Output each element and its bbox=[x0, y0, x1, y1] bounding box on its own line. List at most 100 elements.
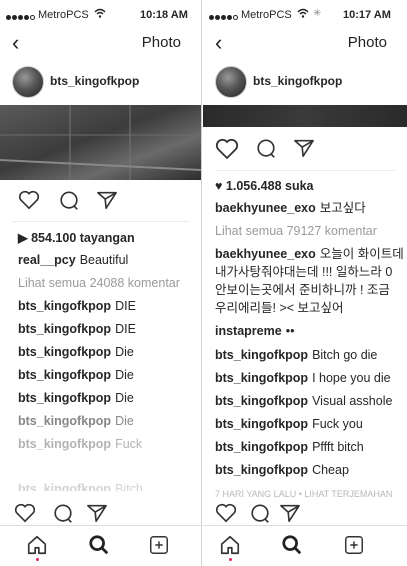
add-post-icon[interactable] bbox=[343, 534, 365, 561]
comment-row: bts_kingofkpop Cheap bbox=[215, 462, 349, 478]
home-icon[interactable] bbox=[26, 534, 48, 561]
search-icon[interactable] bbox=[281, 534, 303, 561]
long-comment-line3: 안보이는곳에서 준비하니까 ! 조금 bbox=[215, 283, 390, 297]
notification-dot bbox=[229, 558, 232, 561]
search-icon[interactable] bbox=[88, 534, 110, 561]
signal-icon bbox=[6, 11, 36, 23]
comment-text: DIE bbox=[115, 322, 136, 336]
heart-icon[interactable] bbox=[14, 503, 36, 523]
comment-user[interactable]: bts_kingofkpop bbox=[215, 348, 308, 362]
comment-icon[interactable] bbox=[52, 503, 74, 525]
comment-text: DIE bbox=[115, 299, 136, 313]
status-time: 10:18 AM bbox=[140, 9, 188, 21]
comment-row: bts_kingofkpop Bitch go die bbox=[215, 347, 377, 363]
long-comment-line4: 우리에리들! >< 보고싶어 bbox=[215, 301, 344, 315]
comment-row: bts_kingofkpop Die bbox=[18, 367, 134, 383]
comment-row: bts_kingofkpop DIE bbox=[18, 321, 136, 337]
caption-text: 보고싶다 bbox=[319, 201, 366, 215]
comment-text-line1: 오늘이 화이트데 bbox=[319, 247, 404, 261]
long-comment-line2: 내가사탕줘야대는데 !!! 일하느라 0 bbox=[215, 265, 393, 279]
heart-icon[interactable] bbox=[215, 503, 237, 523]
comment-icon[interactable] bbox=[255, 138, 277, 160]
divider bbox=[215, 170, 395, 171]
comment-user[interactable]: bts_kingofkpop bbox=[18, 482, 111, 491]
status-time: 10:17 AM bbox=[343, 9, 391, 21]
signal-icon bbox=[209, 11, 239, 23]
comment-user[interactable]: bts_kingofkpop bbox=[215, 394, 308, 408]
view-count: ▶ 854.100 tayangan bbox=[18, 231, 135, 245]
comment-user[interactable]: baekhyunee_exo bbox=[215, 247, 316, 261]
comment-user[interactable]: bts_kingofkpop bbox=[215, 440, 308, 454]
like-count: ♥ 1.056.488 suka bbox=[215, 179, 314, 193]
comment-text: Die bbox=[115, 414, 134, 428]
comment-text: Bitch bbox=[115, 482, 143, 491]
like-count-text[interactable]: 1.056.488 suka bbox=[226, 179, 314, 193]
post-footer[interactable]: 7 HARI YANG LALU • LIHAT TERJEMAHAN bbox=[215, 486, 392, 502]
comment-user[interactable]: bts_kingofkpop bbox=[18, 345, 111, 359]
wifi-icon bbox=[297, 8, 309, 21]
comment-row: bts_kingofkpop Die bbox=[18, 390, 134, 406]
carrier-label: MetroPCS bbox=[241, 9, 292, 21]
comment-text: Die bbox=[115, 391, 134, 405]
comment-row: bts_kingofkpop Bitch bbox=[18, 481, 143, 491]
comment-user[interactable]: bts_kingofkpop bbox=[18, 437, 111, 451]
post-photo[interactable] bbox=[0, 105, 201, 180]
comment-icon[interactable] bbox=[58, 190, 80, 212]
post-username[interactable]: bts_kingofkpop bbox=[253, 74, 342, 88]
tab-bar bbox=[0, 525, 201, 566]
comment-user[interactable]: instapreme bbox=[215, 324, 282, 338]
comment-user[interactable]: bts_kingofkpop bbox=[18, 322, 111, 336]
page-title: Photo bbox=[141, 34, 181, 51]
avatar[interactable] bbox=[215, 66, 247, 98]
post-photo[interactable] bbox=[203, 105, 407, 127]
heart-icon[interactable] bbox=[215, 138, 239, 160]
comment-user[interactable]: bts_kingofkpop bbox=[18, 299, 111, 313]
comment-text: Pffft bitch bbox=[312, 440, 364, 454]
comment-text: Fuck you bbox=[312, 417, 363, 431]
divider bbox=[12, 221, 189, 222]
caption: real__pcy Beautiful bbox=[18, 252, 128, 268]
view-count-text: 854.100 tayangan bbox=[31, 231, 135, 245]
status-bar: MetroPCS 10:18 AM bbox=[0, 0, 201, 30]
share-icon[interactable] bbox=[86, 503, 108, 523]
comment-user[interactable]: bts_kingofkpop bbox=[18, 368, 111, 382]
post-username[interactable]: bts_kingofkpop bbox=[50, 74, 139, 88]
page-title: Photo bbox=[347, 34, 387, 51]
comment-row: bts_kingofkpop Fuck you bbox=[215, 416, 363, 432]
comment-user[interactable]: bts_kingofkpop bbox=[18, 391, 111, 405]
comment-user[interactable]: bts_kingofkpop bbox=[215, 463, 308, 477]
caption: baekhyunee_exo 보고싶다 bbox=[215, 200, 366, 216]
view-all-comments[interactable]: Lihat semua 24088 komentar bbox=[18, 275, 180, 291]
view-all-comments[interactable]: Lihat semua 79127 komentar bbox=[215, 223, 377, 239]
back-chevron-icon[interactable]: ‹ bbox=[12, 32, 19, 54]
comment-row: bts_kingofkpop Visual asshole bbox=[215, 393, 392, 409]
comment-row: bts_kingofkpop Fuck bbox=[18, 436, 142, 452]
comment-row: bts_kingofkpop Die bbox=[18, 413, 134, 429]
home-icon[interactable] bbox=[219, 534, 241, 561]
photo-texture bbox=[0, 105, 201, 180]
carrier-label: MetroPCS bbox=[38, 9, 89, 21]
back-chevron-icon[interactable]: ‹ bbox=[215, 32, 222, 54]
right-screenshot: MetroPCS ✳ 10:17 AM ‹ Photo bts_kingofkp… bbox=[203, 0, 407, 566]
caption-user[interactable]: real__pcy bbox=[18, 253, 76, 267]
tab-bar bbox=[203, 525, 407, 566]
comment-row: instapreme •• bbox=[215, 323, 294, 339]
heart-icon[interactable] bbox=[18, 190, 40, 210]
comment-text: Die bbox=[115, 345, 134, 359]
comment-user[interactable]: bts_kingofkpop bbox=[18, 414, 111, 428]
comment-user[interactable]: bts_kingofkpop bbox=[215, 417, 308, 431]
share-icon[interactable] bbox=[279, 503, 301, 523]
add-post-icon[interactable] bbox=[148, 534, 170, 561]
share-icon[interactable] bbox=[293, 138, 315, 158]
comment-icon[interactable] bbox=[249, 503, 271, 525]
comment-row: bts_kingofkpop Die bbox=[18, 344, 134, 360]
left-screenshot: MetroPCS 10:18 AM ‹ Photo bts_kingofkpop… bbox=[0, 0, 202, 566]
comment-row: bts_kingofkpop DIE bbox=[18, 298, 136, 314]
wifi-icon bbox=[94, 8, 106, 21]
share-icon[interactable] bbox=[96, 190, 118, 210]
comment-text: I hope you die bbox=[312, 371, 391, 385]
caption-user[interactable]: baekhyunee_exo bbox=[215, 201, 316, 215]
avatar[interactable] bbox=[12, 66, 44, 98]
nav-bar: ‹ Photo bbox=[203, 30, 407, 56]
comment-user[interactable]: bts_kingofkpop bbox=[215, 371, 308, 385]
